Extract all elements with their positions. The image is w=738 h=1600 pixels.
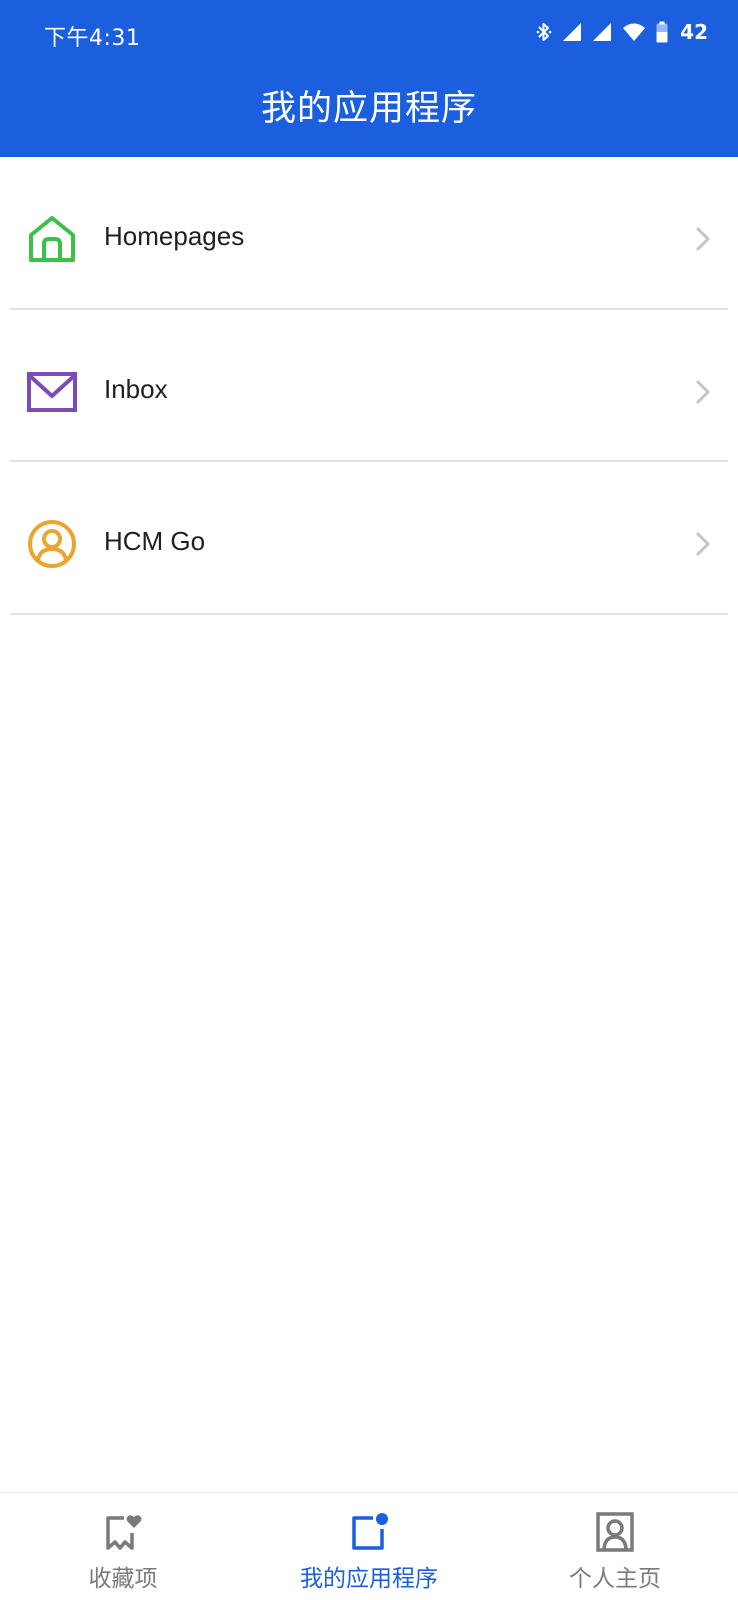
bluetooth-icon: [536, 21, 552, 43]
mail-icon: [26, 366, 78, 418]
battery-level: 42: [680, 20, 708, 44]
app-item-hcm-go[interactable]: HCM Go: [10, 462, 728, 615]
signal-icon: [592, 22, 612, 42]
bottom-tab-bar: 收藏项 我的应用程序 个人主页: [0, 1492, 738, 1600]
tab-profile[interactable]: 个人主页: [492, 1493, 738, 1600]
status-icons: 42: [536, 18, 708, 46]
tab-my-apps[interactable]: 我的应用程序: [246, 1493, 492, 1600]
app-label: Homepages: [104, 221, 245, 251]
app-label: HCM Go: [104, 526, 206, 556]
tab-label: 收藏项: [88, 1566, 158, 1592]
favorites-icon: [106, 1515, 142, 1550]
my-apps-icon: [352, 1513, 388, 1550]
chevron-right-icon: [696, 532, 710, 556]
app-item-inbox[interactable]: Inbox: [10, 310, 728, 462]
page-title: 我的应用程序: [260, 89, 477, 129]
tab-label: 我的应用程序: [300, 1566, 438, 1592]
status-time: 下午4:31: [44, 26, 141, 51]
home-icon: [26, 213, 78, 265]
user-circle-icon: [26, 518, 78, 570]
app-item-homepages[interactable]: Homepages: [10, 157, 728, 310]
tab-label: 个人主页: [569, 1566, 661, 1592]
battery-icon: [656, 21, 668, 43]
app-header: 下午4:31 42 我的应用程序: [0, 0, 738, 157]
signal-icon: [562, 22, 582, 42]
app-list: Homepages Inbox HCM Go: [0, 157, 738, 615]
tab-favorites[interactable]: 收藏项: [0, 1493, 246, 1600]
profile-icon: [596, 1512, 634, 1552]
app-label: Inbox: [104, 373, 168, 404]
chevron-right-icon: [696, 227, 710, 251]
chevron-right-icon: [696, 380, 710, 403]
wifi-icon: [622, 22, 646, 42]
